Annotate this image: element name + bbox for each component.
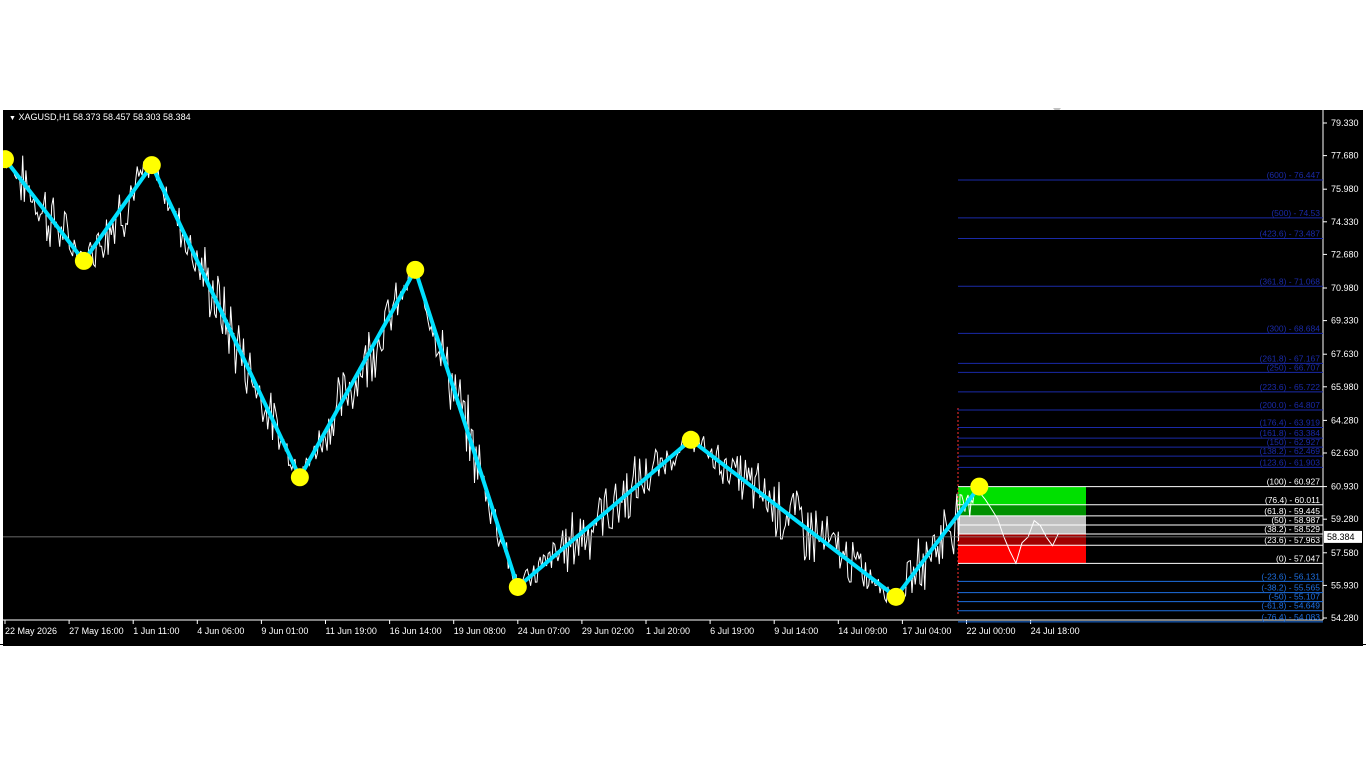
time-tick-label: 19 Jun 08:00 — [454, 626, 506, 636]
time-tick-label: 22 Jul 00:00 — [967, 626, 1016, 636]
current-price-label: 58.384 — [1327, 532, 1355, 542]
time-tick-label: 16 Jun 14:00 — [390, 626, 442, 636]
fib-level-label: (361.8) - 71.068 — [1260, 276, 1321, 286]
collapse-triangle-icon[interactable]: ▼ — [9, 115, 16, 122]
fib-level-label: (423.6) - 73.487 — [1260, 228, 1321, 238]
time-tick-label: 4 Jun 06:00 — [197, 626, 244, 636]
price-chart[interactable]: 79.330 77.680 75.980 74.330 72.680 70.980 69.3… — [3, 110, 1363, 646]
fib-level-label: (176.4) - 63.919 — [1260, 418, 1321, 428]
zigzag-pivot — [681, 430, 700, 449]
fib-level-label: (250) - 66.707 — [1267, 362, 1321, 372]
price-tick-label: 74.330 — [1331, 217, 1359, 227]
fib-level-label: (500) - 74.53 — [1271, 208, 1320, 218]
fib-level-label: (76.4) - 60.011 — [1265, 495, 1320, 505]
zigzag-line — [3, 157, 981, 599]
time-tick-label: 6 Jul 19:00 — [710, 626, 754, 636]
price-tick-label: 62.630 — [1331, 448, 1359, 458]
buy-zone-lower — [958, 504, 1086, 516]
zigzag-pivot — [886, 587, 905, 606]
price-tick-label: 70.980 — [1331, 283, 1359, 293]
fib-level-label: (38.2) - 58.529 — [1264, 524, 1320, 534]
time-tick-label: 27 May 16:00 — [69, 626, 124, 636]
fib-level-label: (138.2) - 62.469 — [1260, 446, 1321, 456]
time-tick-label: 22 May 2026 — [5, 626, 57, 636]
fib-level-label: (300) - 68.684 — [1267, 323, 1321, 333]
fib-level-label: (100) - 60.927 — [1267, 477, 1321, 487]
fib-level-label: (-61.8) - 54.649 — [1261, 601, 1320, 611]
time-tick-label: 24 Jun 07:00 — [518, 626, 570, 636]
zigzag-pivot — [290, 468, 309, 487]
fib-level-label: (600) - 76.447 — [1267, 170, 1321, 180]
fib-level-label: (223.6) - 65.722 — [1260, 382, 1321, 392]
zigzag-pivot — [142, 156, 161, 175]
fib-level-label: (200.0) - 64.807 — [1260, 400, 1321, 410]
price-tick-label: 69.330 — [1331, 316, 1359, 326]
zigzag-pivot — [74, 251, 93, 270]
symbol-info: ▼ XAGUSD,H1 58.373 58.457 58.303 58.384 — [9, 112, 191, 122]
zigzag-pivot — [508, 577, 527, 596]
time-tick-label: 17 Jul 04:00 — [902, 626, 951, 636]
zigzag-pivot — [970, 477, 989, 496]
price-tick-label: 54.280 — [1331, 613, 1359, 623]
time-tick-label: 9 Jun 01:00 — [261, 626, 308, 636]
price-tick-label: 55.930 — [1331, 580, 1359, 590]
price-tick-label: 64.280 — [1331, 415, 1359, 425]
price-tick-label: 60.930 — [1331, 482, 1359, 492]
price-tick-label: 79.330 — [1331, 118, 1359, 128]
bottom-border-left — [0, 644, 1134, 645]
time-tick-label: 29 Jun 02:00 — [582, 626, 634, 636]
time-tick-label: 1 Jul 20:00 — [646, 626, 690, 636]
time-tick-label: 11 Jun 19:00 — [326, 626, 377, 636]
price-tick-label: 65.980 — [1331, 382, 1359, 392]
symbol-quote-text: XAGUSD,H1 58.373 58.457 58.303 58.384 — [18, 112, 191, 122]
fib-level-label: (123.6) - 61.903 — [1260, 457, 1321, 467]
price-tick-label: 75.980 — [1331, 184, 1359, 194]
fib-level-label: (-23.6) - 56.131 — [1261, 571, 1320, 581]
bottom-border-right — [1242, 644, 1366, 645]
sell-zone-lower — [958, 545, 1086, 564]
chart-window[interactable]: 79.330 77.680 75.980 74.330 72.680 70.980 69.3… — [3, 110, 1363, 646]
time-tick-label: 24 Jul 18:00 — [1031, 626, 1080, 636]
fib-level-label: (-76.4) - 54.083 — [1261, 612, 1320, 622]
price-tick-label: 57.580 — [1331, 548, 1359, 558]
time-tick-label: 1 Jun 11:00 — [133, 626, 179, 636]
time-tick-label: 14 Jul 09:00 — [838, 626, 887, 636]
zigzag-pivot — [406, 260, 425, 279]
price-tick-label: 67.630 — [1331, 349, 1359, 359]
time-tick-label: 9 Jul 14:00 — [774, 626, 818, 636]
fib-level-label: (0) - 57.047 — [1276, 553, 1320, 563]
price-tick-label: 59.280 — [1331, 514, 1359, 524]
price-tick-label: 72.680 — [1331, 249, 1359, 259]
price-tick-label: 77.680 — [1331, 151, 1359, 161]
